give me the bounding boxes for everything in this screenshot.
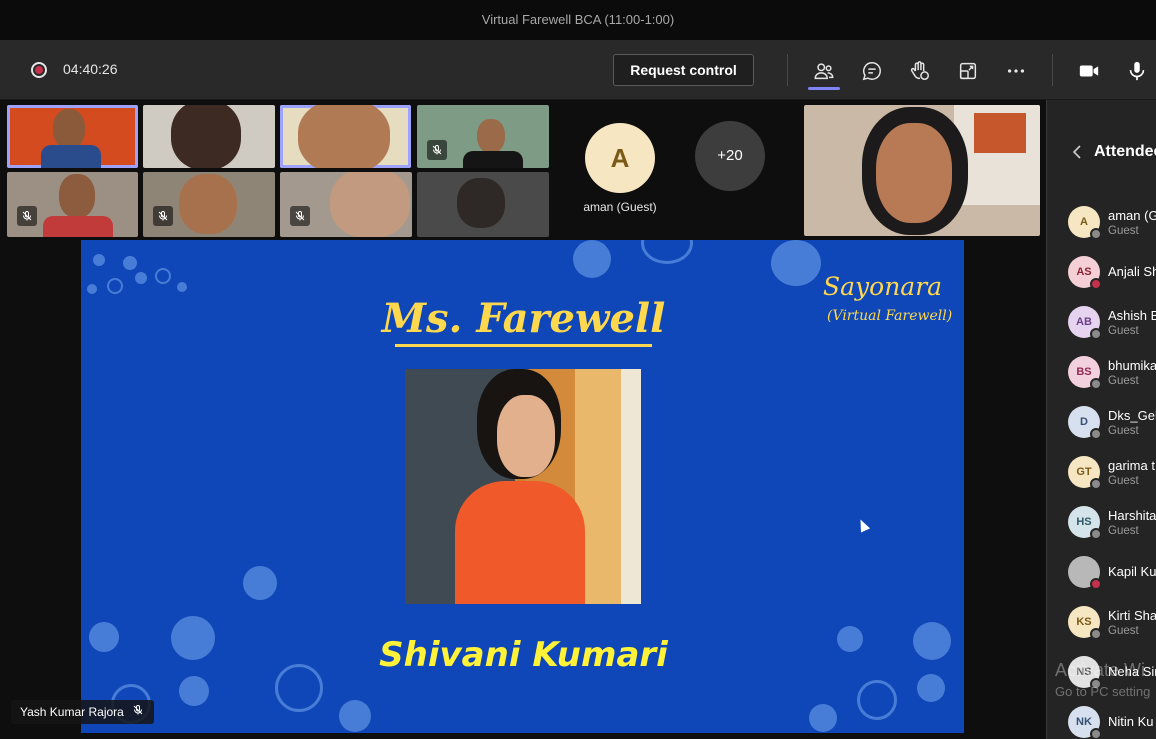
meeting-title: Virtual Farewell BCA (11:00-1:00) <box>0 0 1156 40</box>
attendee-name: Harshita <box>1108 508 1156 523</box>
presence-status-icon <box>1090 378 1102 390</box>
attendee-name: bhumika <box>1108 358 1156 373</box>
microphone-icon[interactable] <box>1124 58 1150 84</box>
attendee-item[interactable]: DDks_GehGuest <box>1047 400 1156 444</box>
attendee-name: Kirti Sha <box>1108 608 1156 623</box>
slide-title: Ms. Farewell <box>381 295 666 342</box>
meeting-toolbar: 04:40:26 Request control <box>0 40 1156 100</box>
presence-status-icon <box>1090 578 1102 590</box>
back-chevron-icon[interactable] <box>1071 144 1083 160</box>
attendee-role: Guest <box>1108 375 1139 387</box>
attendee-role: Guest <box>1108 225 1139 237</box>
presence-status-icon <box>1090 428 1102 440</box>
presence-status-icon <box>1090 328 1102 340</box>
windows-activation-watermark: Activate Wi <box>1055 660 1146 680</box>
participant-video-tile[interactable] <box>143 105 275 168</box>
participant-video-tile[interactable] <box>143 172 275 237</box>
camera-icon[interactable] <box>1076 58 1102 84</box>
meeting-stage: A aman (Guest) +20 Sayonara (Virtual Far <box>0 100 1046 739</box>
attendee-name: garima t <box>1108 458 1155 473</box>
shared-screen: Sayonara (Virtual Farewell) Ms. Farewell… <box>81 240 964 733</box>
participant-video-tile[interactable] <box>280 172 412 237</box>
presence-status-icon <box>1090 278 1102 290</box>
muted-mic-icon <box>427 140 447 160</box>
share-tray-icon[interactable] <box>955 58 981 84</box>
presence-status-icon <box>1090 528 1102 540</box>
muted-mic-icon <box>153 206 173 226</box>
presenter-name: Yash Kumar Rajora <box>20 705 124 719</box>
participant-video-tile[interactable] <box>417 105 549 168</box>
attendee-name: Ashish B <box>1108 308 1156 323</box>
attendee-name: Kapil Ku <box>1108 564 1156 579</box>
attendee-item[interactable]: AB Ashish B Guest <box>1047 300 1156 344</box>
attendee-item[interactable]: AS Anjali Sh <box>1047 250 1156 294</box>
presence-status-icon <box>1090 228 1102 240</box>
presence-status-icon <box>1090 628 1102 640</box>
meeting-timer: 04:40:26 <box>63 61 118 77</box>
muted-mic-icon <box>17 206 37 226</box>
more-participants-button[interactable]: +20 <box>695 121 765 191</box>
attendee-item[interactable]: NK Nitin Ku <box>1047 700 1156 739</box>
participants-active-indicator <box>808 87 840 90</box>
slide-corner-title: Sayonara <box>823 272 943 301</box>
attendee-name: Anjali Sh <box>1108 264 1156 279</box>
muted-mic-icon <box>290 206 310 226</box>
attendee-item[interactable]: BS bhumika Guest <box>1047 350 1156 394</box>
participants-icon[interactable] <box>811 58 837 84</box>
pinned-participant-video[interactable] <box>804 105 1040 236</box>
attendee-item[interactable]: KS Kirti Sha Guest <box>1047 600 1156 644</box>
winner-photo <box>405 369 641 604</box>
raise-hand-icon[interactable] <box>907 58 933 84</box>
chat-icon[interactable] <box>859 58 885 84</box>
attendee-item[interactable]: GT garima t Guest <box>1047 450 1156 494</box>
toolbar-divider <box>1052 54 1053 86</box>
attendee-name: Nitin Ku <box>1108 714 1154 729</box>
attendee-role: Guest <box>1108 525 1139 537</box>
guest-name-label: aman (Guest) <box>583 200 657 214</box>
attendee-name: Dks_Geh <box>1108 408 1156 423</box>
participant-video-tile[interactable] <box>417 172 549 237</box>
slide-title-underline <box>395 344 652 347</box>
attendee-role: Guest <box>1108 625 1139 637</box>
panel-title: Attendees <box>1094 143 1156 160</box>
slide-corner-subtitle: (Virtual Farewell) <box>827 308 953 324</box>
attendee-name: aman (G <box>1108 208 1156 223</box>
presenter-name-tag: Yash Kumar Rajora <box>11 700 154 724</box>
presence-status-icon <box>1090 728 1102 739</box>
attendee-item[interactable]: HS Harshita Guest <box>1047 500 1156 544</box>
recording-icon <box>31 62 47 78</box>
attendee-item[interactable]: Kapil Ku <box>1047 550 1156 594</box>
more-options-icon[interactable] <box>1003 58 1029 84</box>
participant-video-tile[interactable] <box>280 105 411 168</box>
participant-video-tile[interactable] <box>7 172 138 237</box>
attendee-role: Guest <box>1108 425 1139 437</box>
winner-name: Shivani Kumari <box>379 635 668 675</box>
attendees-panel: Attendees Aaman (GGuestASAnjali ShABAshi… <box>1046 100 1156 739</box>
guest-avatar[interactable]: A <box>585 123 655 193</box>
attendee-item[interactable]: Aaman (G Guest <box>1047 200 1156 244</box>
toolbar-divider <box>787 54 788 86</box>
presence-status-icon <box>1090 478 1102 490</box>
participant-video-tile[interactable] <box>7 105 138 168</box>
attendee-role: Guest <box>1108 325 1139 337</box>
attendee-role: Guest <box>1108 475 1139 487</box>
request-control-button[interactable]: Request control <box>613 54 754 86</box>
muted-mic-icon <box>132 700 144 724</box>
windows-activation-watermark-sub: Go to PC setting <box>1055 684 1151 699</box>
